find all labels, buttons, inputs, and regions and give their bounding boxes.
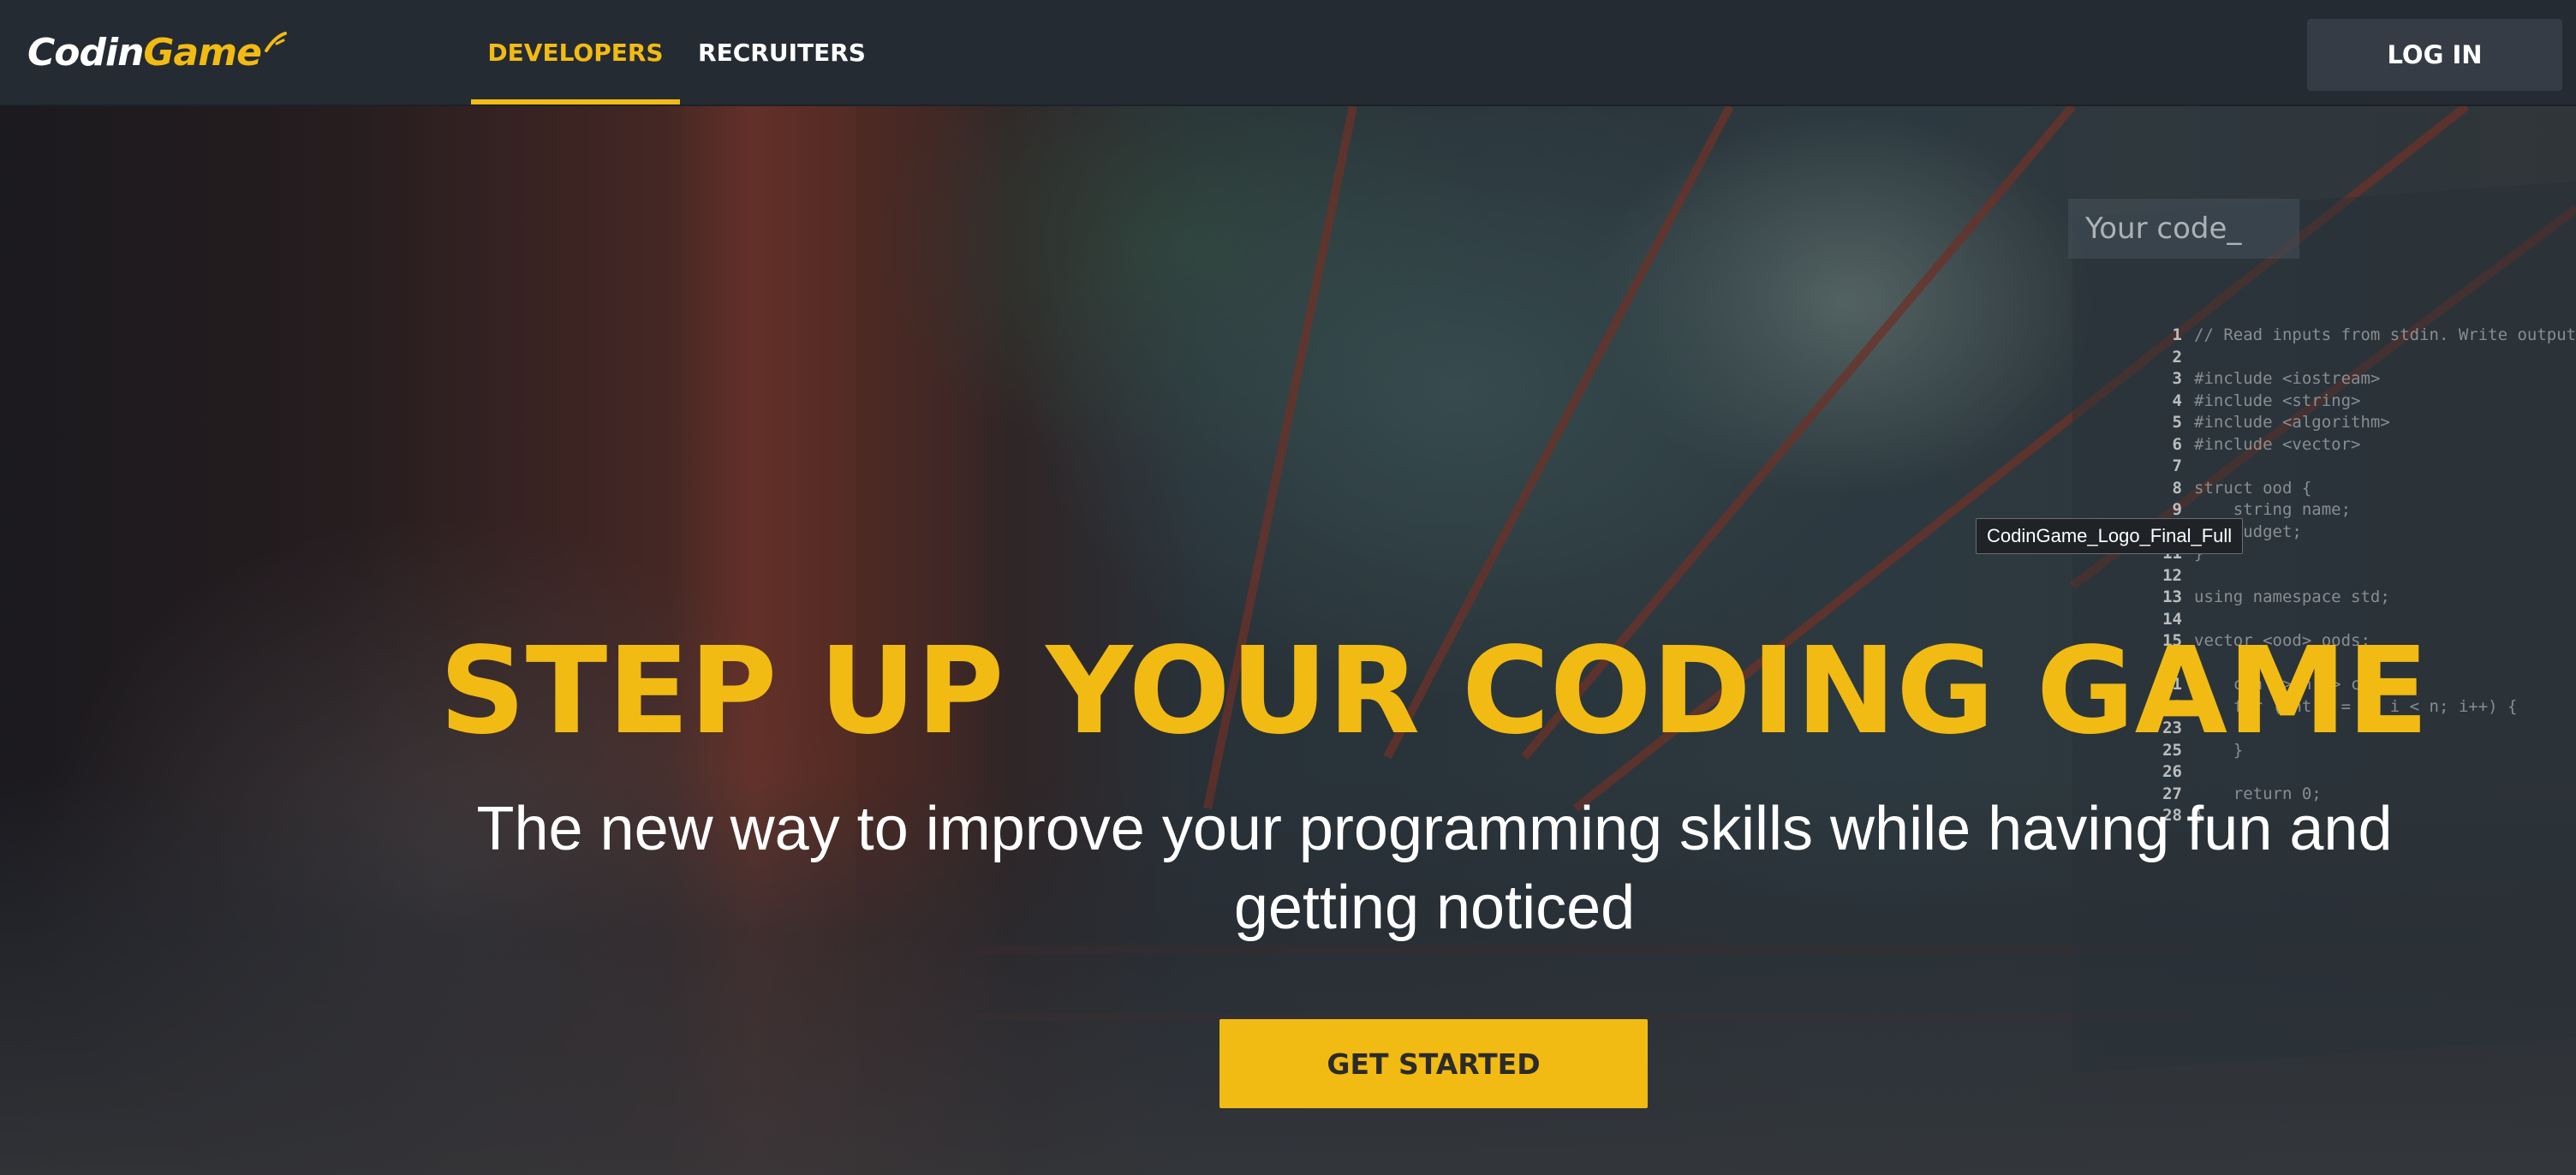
code-window-tab: Your code_: [2068, 199, 2299, 259]
main-nav: DEVELOPERS RECRUITERS: [471, 0, 884, 104]
get-started-button[interactable]: GET STARTED: [1219, 1019, 1648, 1108]
codingame-logo[interactable]: Codin Game: [27, 29, 287, 75]
code-line: 13 using namespace std;: [2158, 587, 2569, 609]
tab-developers[interactable]: DEVELOPERS: [471, 0, 680, 104]
code-line: 1 // Read inputs from stdin. Write output…: [2158, 325, 2576, 347]
logo-text-game: Game: [143, 30, 261, 75]
code-line-text: struct ood {: [2194, 478, 2312, 498]
code-line-text: #include <vector>: [2194, 434, 2361, 454]
code-line-number: 3: [2172, 369, 2182, 388]
code-line: 7: [2158, 456, 2569, 478]
code-line-text: #include <string>: [2194, 391, 2361, 410]
code-line-number: 4: [2172, 391, 2182, 410]
code-line-number: 1: [2172, 325, 2182, 344]
code-line-number: 2: [2172, 347, 2182, 367]
code-line-text: // Read inputs from stdin. Write outputs: [2194, 325, 2576, 344]
code-line-number: 12: [2162, 565, 2182, 585]
code-line: 3 #include <iostream>: [2158, 368, 2569, 391]
code-line: 8 struct ood {: [2158, 478, 2569, 500]
image-tooltip: CodinGame_Logo_Final_Full: [1976, 518, 2244, 554]
hero-subtitle: The new way to improve your programming …: [476, 795, 2393, 942]
top-navigation-bar: Codin Game DEVELOPERS RECRUITERS LOG IN: [0, 0, 2576, 106]
code-line: 2: [2158, 347, 2569, 369]
code-line-text: #include <algorithm>: [2194, 413, 2390, 432]
code-line-text: #include <iostream>: [2194, 369, 2381, 388]
login-button[interactable]: LOG IN: [2307, 19, 2562, 91]
code-line: 26: [2158, 761, 2569, 784]
code-line-text: using namespace std;: [2194, 588, 2390, 606]
logo-spark-icon: [264, 32, 287, 52]
hero-headline: STEP UP YOUR CODING GAME: [438, 622, 2430, 761]
code-line: 6 #include <vector>: [2158, 434, 2569, 456]
logo-text-codin: Codin: [27, 30, 144, 75]
tab-recruiters[interactable]: RECRUITERS: [680, 0, 884, 104]
code-line-number: 7: [2172, 456, 2182, 475]
code-line: 12: [2158, 565, 2569, 588]
code-line-number: 13: [2162, 588, 2182, 606]
code-line-number: 26: [2162, 762, 2182, 781]
code-line-number: 6: [2172, 434, 2182, 454]
code-line: 5 #include <algorithm>: [2158, 412, 2569, 434]
code-line-number: 5: [2172, 413, 2182, 432]
code-line: 4 #include <string>: [2158, 391, 2569, 413]
code-line-text: string name;: [2194, 500, 2352, 519]
code-line-number: 8: [2172, 478, 2182, 498]
